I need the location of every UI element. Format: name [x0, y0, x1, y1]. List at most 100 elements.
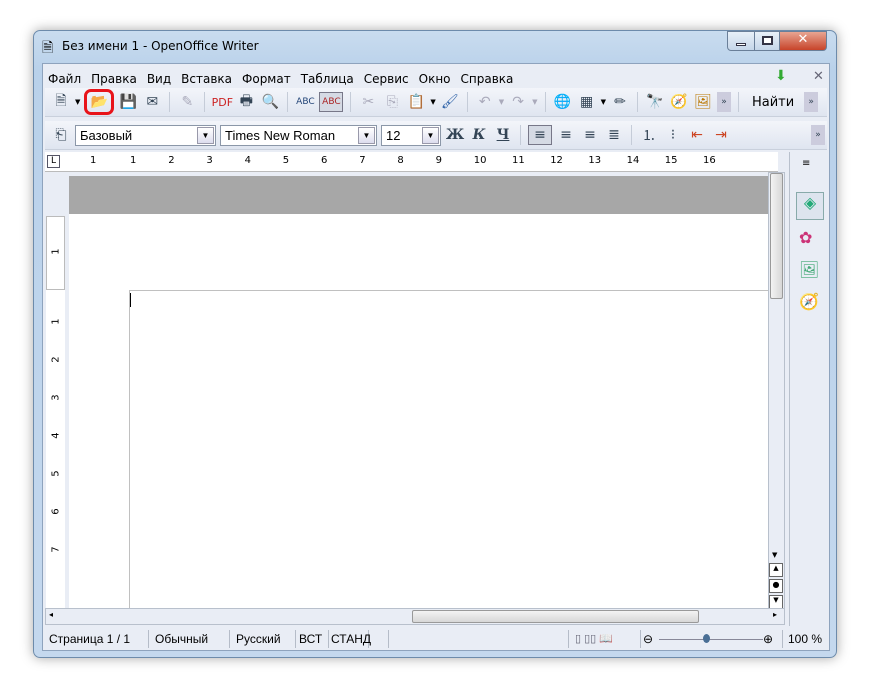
window-title: Без имени 1 - OpenOffice Writer: [62, 39, 259, 53]
align-left-icon[interactable]: ≡: [528, 125, 552, 145]
toolbar-overflow-icon[interactable]: »: [811, 125, 825, 145]
new-document-icon[interactable]: 🗎: [51, 92, 71, 112]
status-selection-mode[interactable]: СТАНД: [329, 630, 371, 648]
find-toolbar-overflow-icon[interactable]: »: [804, 92, 819, 112]
update-download-icon[interactable]: ⬇: [775, 68, 787, 84]
minimize-button[interactable]: [727, 31, 755, 51]
vertical-ruler-label: 5: [50, 470, 62, 477]
export-pdf-icon[interactable]: PDF: [212, 92, 233, 112]
vertical-scroll-thumb[interactable]: [770, 173, 783, 299]
previous-page-icon[interactable]: ▲: [769, 563, 783, 577]
ruler-label: 5: [282, 155, 290, 166]
maximize-button[interactable]: [754, 31, 780, 51]
vertical-scrollbar[interactable]: ▼ ▲ ● ▼: [768, 172, 785, 612]
view-layout-icons[interactable]: ▯ ▯▯ 📖: [569, 630, 641, 648]
hyperlink-icon[interactable]: 🌐: [553, 92, 573, 112]
menu-tools[interactable]: Сервис: [359, 72, 414, 86]
redo-icon[interactable]: ↷: [508, 92, 528, 112]
zoom-slider[interactable]: ⊖ ⊕: [641, 630, 783, 648]
increase-indent-icon[interactable]: ⇥: [711, 125, 731, 145]
font-name-select[interactable]: Times New Roman ▼: [220, 124, 377, 146]
status-insert-mode[interactable]: ВСТ: [296, 630, 329, 648]
status-zoom[interactable]: 100 %: [783, 632, 827, 646]
text-cursor: [130, 293, 131, 307]
menu-view[interactable]: Вид: [142, 72, 176, 86]
styles-panel-icon[interactable]: ✿: [799, 228, 812, 247]
properties-panel-icon[interactable]: ◈: [796, 192, 824, 220]
styles-formatting-icon[interactable]: ⎗: [51, 125, 71, 145]
zoom-slider-thumb[interactable]: [703, 634, 710, 643]
open-file-icon[interactable]: 📂: [84, 89, 115, 115]
vertical-ruler-label: 6: [50, 508, 62, 515]
edit-file-icon[interactable]: ✎: [177, 92, 197, 112]
status-signature: [389, 630, 569, 648]
scroll-left-arrow-icon[interactable]: ◂: [49, 610, 53, 619]
copy-icon[interactable]: ⎘: [382, 92, 402, 112]
italic-button[interactable]: К: [469, 125, 489, 145]
status-language[interactable]: Русский: [230, 630, 296, 648]
navigator-icon[interactable]: 🧭: [669, 92, 689, 112]
vertical-ruler[interactable]: 1 1 2 3 4 5 6 7: [45, 172, 67, 612]
print-preview-icon[interactable]: 🔍: [260, 92, 280, 112]
paragraph-style-select[interactable]: Базовый ▼: [75, 124, 216, 146]
bold-button[interactable]: Ж: [445, 125, 465, 145]
paste-icon[interactable]: 📋: [406, 92, 426, 112]
status-page-style[interactable]: Обычный: [149, 630, 230, 648]
status-modified: [369, 630, 389, 648]
ruler-label: 8: [397, 155, 404, 166]
sidebar-menu-icon[interactable]: ≡: [802, 158, 810, 169]
cut-icon[interactable]: ✂: [358, 92, 378, 112]
status-page[interactable]: Страница 1 / 1: [43, 630, 149, 648]
gallery-icon[interactable]: 🖼: [693, 92, 713, 112]
zoom-in-icon[interactable]: ⊕: [763, 630, 773, 648]
menu-file[interactable]: Файл: [43, 72, 86, 86]
align-center-icon[interactable]: ≡: [556, 125, 576, 145]
scroll-right-arrow-icon[interactable]: ▸: [773, 610, 777, 619]
align-right-icon[interactable]: ≡: [580, 125, 600, 145]
spellcheck-icon[interactable]: ABC: [295, 92, 315, 112]
table-icon[interactable]: ▦: [577, 92, 597, 112]
scroll-down-arrow-icon[interactable]: ▼: [772, 551, 777, 559]
close-document-button[interactable]: ✕: [813, 69, 824, 84]
document-area[interactable]: [69, 176, 768, 610]
zoom-out-icon[interactable]: ⊖: [643, 630, 653, 648]
navigator-panel-icon[interactable]: 🧭: [799, 292, 819, 311]
tab-stop-type-icon[interactable]: L: [47, 155, 60, 168]
font-size-select[interactable]: 12 ▼: [381, 124, 441, 146]
horizontal-scrollbar[interactable]: ◂ ▸: [45, 608, 785, 625]
save-icon[interactable]: 💾: [118, 92, 138, 112]
ruler-label: 14: [626, 155, 640, 166]
decrease-indent-icon[interactable]: ⇤: [687, 125, 707, 145]
chevron-down-icon[interactable]: ▼: [422, 126, 439, 144]
menu-table[interactable]: Таблица: [296, 72, 359, 86]
horizontal-ruler[interactable]: L 1 1 2 3 4 5 6 7 8 9 10 11 12 13 14 15 16: [45, 152, 778, 172]
chevron-down-icon[interactable]: ▼: [358, 126, 375, 144]
justify-icon[interactable]: ≣: [604, 125, 624, 145]
bullets-icon[interactable]: ⁝: [663, 125, 683, 145]
gallery-panel-icon[interactable]: 🖼: [799, 260, 819, 279]
menu-edit[interactable]: Правка: [86, 72, 142, 86]
standard-toolbar: 🗎 ▼ 📂 💾 ✉ ✎ PDF 🖶 🔍 ABC ABC ✂ ⎘ 📋 ▼ 🖌 ↶ ▼ ↷…: [45, 88, 827, 117]
find-label[interactable]: Найти: [746, 95, 800, 110]
email-icon[interactable]: ✉: [142, 92, 162, 112]
find-replace-icon[interactable]: 🔭: [645, 92, 665, 112]
toolbar-overflow-icon[interactable]: »: [716, 92, 731, 112]
format-paintbrush-icon[interactable]: 🖌: [440, 92, 460, 112]
ruler-label: 10: [473, 155, 487, 166]
print-icon[interactable]: 🖶: [236, 92, 256, 112]
menu-format[interactable]: Формат: [237, 72, 296, 86]
menu-help[interactable]: Справка: [456, 72, 519, 86]
horizontal-scroll-thumb[interactable]: [412, 610, 699, 623]
draw-functions-icon[interactable]: ✏: [610, 92, 630, 112]
auto-spellcheck-icon[interactable]: ABC: [319, 92, 344, 112]
chevron-down-icon[interactable]: ▼: [197, 126, 214, 144]
menu-insert[interactable]: Вставка: [176, 72, 237, 86]
close-button[interactable]: ✕: [779, 31, 827, 51]
navigation-icon[interactable]: ●: [769, 579, 783, 593]
ruler-label: 7: [359, 155, 366, 166]
menu-window[interactable]: Окно: [414, 72, 456, 86]
underline-button[interactable]: Ч: [493, 125, 513, 145]
next-page-icon[interactable]: ▼: [769, 595, 783, 609]
undo-icon[interactable]: ↶: [475, 92, 495, 112]
numbering-icon[interactable]: ⒈: [639, 125, 659, 145]
